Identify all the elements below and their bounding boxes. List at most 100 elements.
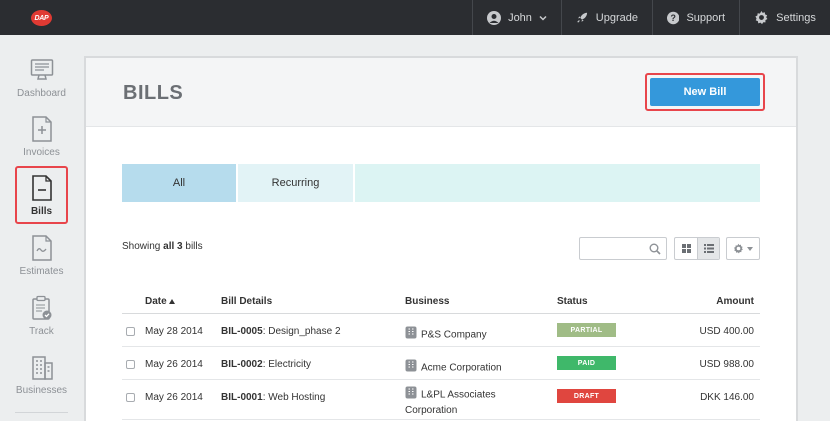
upgrade-label: Upgrade <box>595 11 638 24</box>
chevron-down-icon <box>539 15 547 21</box>
status-label: PAID <box>577 359 596 367</box>
app-logo[interactable]: DAP <box>31 10 52 26</box>
table-row[interactable]: May 26 2014 BIL-0001: Web Hosting L&PL A… <box>122 380 760 420</box>
user-name: John <box>508 11 532 24</box>
sidebar-item-label: Businesses <box>15 385 68 396</box>
sidebar-item-label: Track <box>29 326 54 337</box>
support-link[interactable]: ? Support <box>652 0 739 35</box>
sidebar: Dashboard Invoices Bills Estimates Track… <box>0 35 83 421</box>
column-bill-details: Bill Details <box>221 296 273 307</box>
support-label: Support <box>686 11 725 24</box>
list-icon <box>703 244 714 253</box>
showing-prefix: Showing <box>122 241 164 252</box>
table-row[interactable]: May 26 2014 BIL-0002: Electricity Acme C… <box>122 347 760 380</box>
clipboard-check-icon <box>31 295 51 320</box>
search-box <box>579 237 667 260</box>
bill-count-text: Showing all 3 bills <box>122 241 203 252</box>
showing-suffix: bills <box>182 241 203 252</box>
panel-header: BILLS New Bill <box>86 58 796 127</box>
settings-label: Settings <box>776 11 816 24</box>
bills-panel: BILLS New Bill All Recurring Showing all… <box>84 56 798 421</box>
column-date[interactable]: Date <box>145 296 176 307</box>
row-checkbox[interactable] <box>126 327 135 336</box>
settings-link[interactable]: Settings <box>739 0 830 35</box>
bill-minus-icon <box>31 175 52 201</box>
sidebar-item-estimates[interactable]: Estimates <box>0 234 83 292</box>
grid-view-button[interactable] <box>675 238 697 259</box>
business-name: P&S Company <box>421 329 487 341</box>
column-status: Status <box>557 296 588 307</box>
row-checkbox[interactable] <box>126 393 135 402</box>
row-bill-details[interactable]: BIL-0002: Electricity <box>221 359 311 370</box>
view-toggle <box>674 237 720 260</box>
sidebar-item-bills[interactable]: Bills <box>15 166 68 224</box>
table-header: Date Bill Details Business Status Amount <box>122 290 760 314</box>
table-row[interactable]: May 28 2014 BIL-0005: Design_phase 2 P&S… <box>122 314 760 347</box>
row-date: May 26 2014 <box>145 359 203 370</box>
user-avatar-icon <box>487 10 502 25</box>
building-icon <box>405 326 417 344</box>
status-label: PARTIAL <box>570 326 603 334</box>
sidebar-item-dashboard[interactable]: Dashboard <box>0 56 83 114</box>
row-amount: DKK 146.00 <box>700 392 754 403</box>
page-title: BILLS <box>123 82 184 104</box>
row-amount: USD 400.00 <box>699 326 754 337</box>
caret-down-icon <box>747 246 753 251</box>
business-name: Acme Corporation <box>421 362 502 374</box>
top-nav: John Upgrade ? Support Settings <box>472 0 830 35</box>
bill-description: : Web Hosting <box>262 392 326 403</box>
estimate-chart-icon <box>31 235 52 261</box>
showing-count: all 3 <box>163 241 183 252</box>
help-circle-icon: ? <box>667 11 680 24</box>
bill-tabs: All Recurring <box>122 164 760 202</box>
row-business: P&S Company <box>405 326 535 344</box>
options-menu-button[interactable] <box>726 237 760 260</box>
new-bill-highlight: New Bill <box>645 73 765 111</box>
row-bill-details[interactable]: BIL-0005: Design_phase 2 <box>221 326 341 337</box>
bill-id: BIL-0001 <box>221 392 263 403</box>
column-business: Business <box>405 296 450 307</box>
search-icon <box>649 243 661 255</box>
building-icon <box>31 356 53 380</box>
row-business: L&PL Associates Corporation <box>405 386 525 418</box>
sidebar-item-label: Estimates <box>19 266 64 277</box>
sidebar-divider <box>15 412 68 413</box>
row-bill-details[interactable]: BIL-0001: Web Hosting <box>221 392 325 403</box>
search-input[interactable] <box>585 238 647 259</box>
sidebar-item-label: Dashboard <box>17 88 66 99</box>
bill-description: : Design_phase 2 <box>262 326 341 337</box>
status-badge: PAID <box>557 356 616 370</box>
row-date: May 26 2014 <box>145 392 203 403</box>
sidebar-item-track[interactable]: Track <box>0 294 83 352</box>
rocket-icon <box>577 12 588 23</box>
row-amount: USD 988.00 <box>699 359 754 370</box>
bills-table: Date Bill Details Business Status Amount… <box>122 290 760 420</box>
search-button[interactable] <box>649 242 661 260</box>
column-amount: Amount <box>716 296 754 307</box>
sidebar-item-businesses[interactable]: Businesses <box>0 353 83 411</box>
gear-icon <box>755 10 768 25</box>
bill-id: BIL-0005 <box>221 326 263 337</box>
top-bar: DAP John Upgrade ? Support Settings <box>0 0 830 35</box>
status-badge: PARTIAL <box>557 323 616 337</box>
invoice-plus-icon <box>31 116 52 142</box>
upgrade-link[interactable]: Upgrade <box>561 0 652 35</box>
list-view-button[interactable] <box>697 238 719 259</box>
sort-asc-icon <box>169 298 176 304</box>
row-date: May 28 2014 <box>145 326 203 337</box>
user-menu[interactable]: John <box>472 0 561 35</box>
status-badge: DRAFT <box>557 389 616 403</box>
new-bill-button[interactable]: New Bill <box>650 78 760 106</box>
tab-recurring[interactable]: Recurring <box>238 164 355 202</box>
bill-description: : Electricity <box>262 359 312 370</box>
sidebar-item-invoices[interactable]: Invoices <box>0 115 83 173</box>
row-checkbox[interactable] <box>126 360 135 369</box>
svg-text:?: ? <box>671 13 676 23</box>
bill-id: BIL-0002 <box>221 359 263 370</box>
tab-all[interactable]: All <box>122 164 238 202</box>
sidebar-item-label: Bills <box>30 206 53 217</box>
business-name: L&PL Associates Corporation <box>405 389 496 416</box>
gear-icon <box>734 243 743 254</box>
monitor-icon <box>30 59 53 80</box>
row-business: Acme Corporation <box>405 359 535 377</box>
